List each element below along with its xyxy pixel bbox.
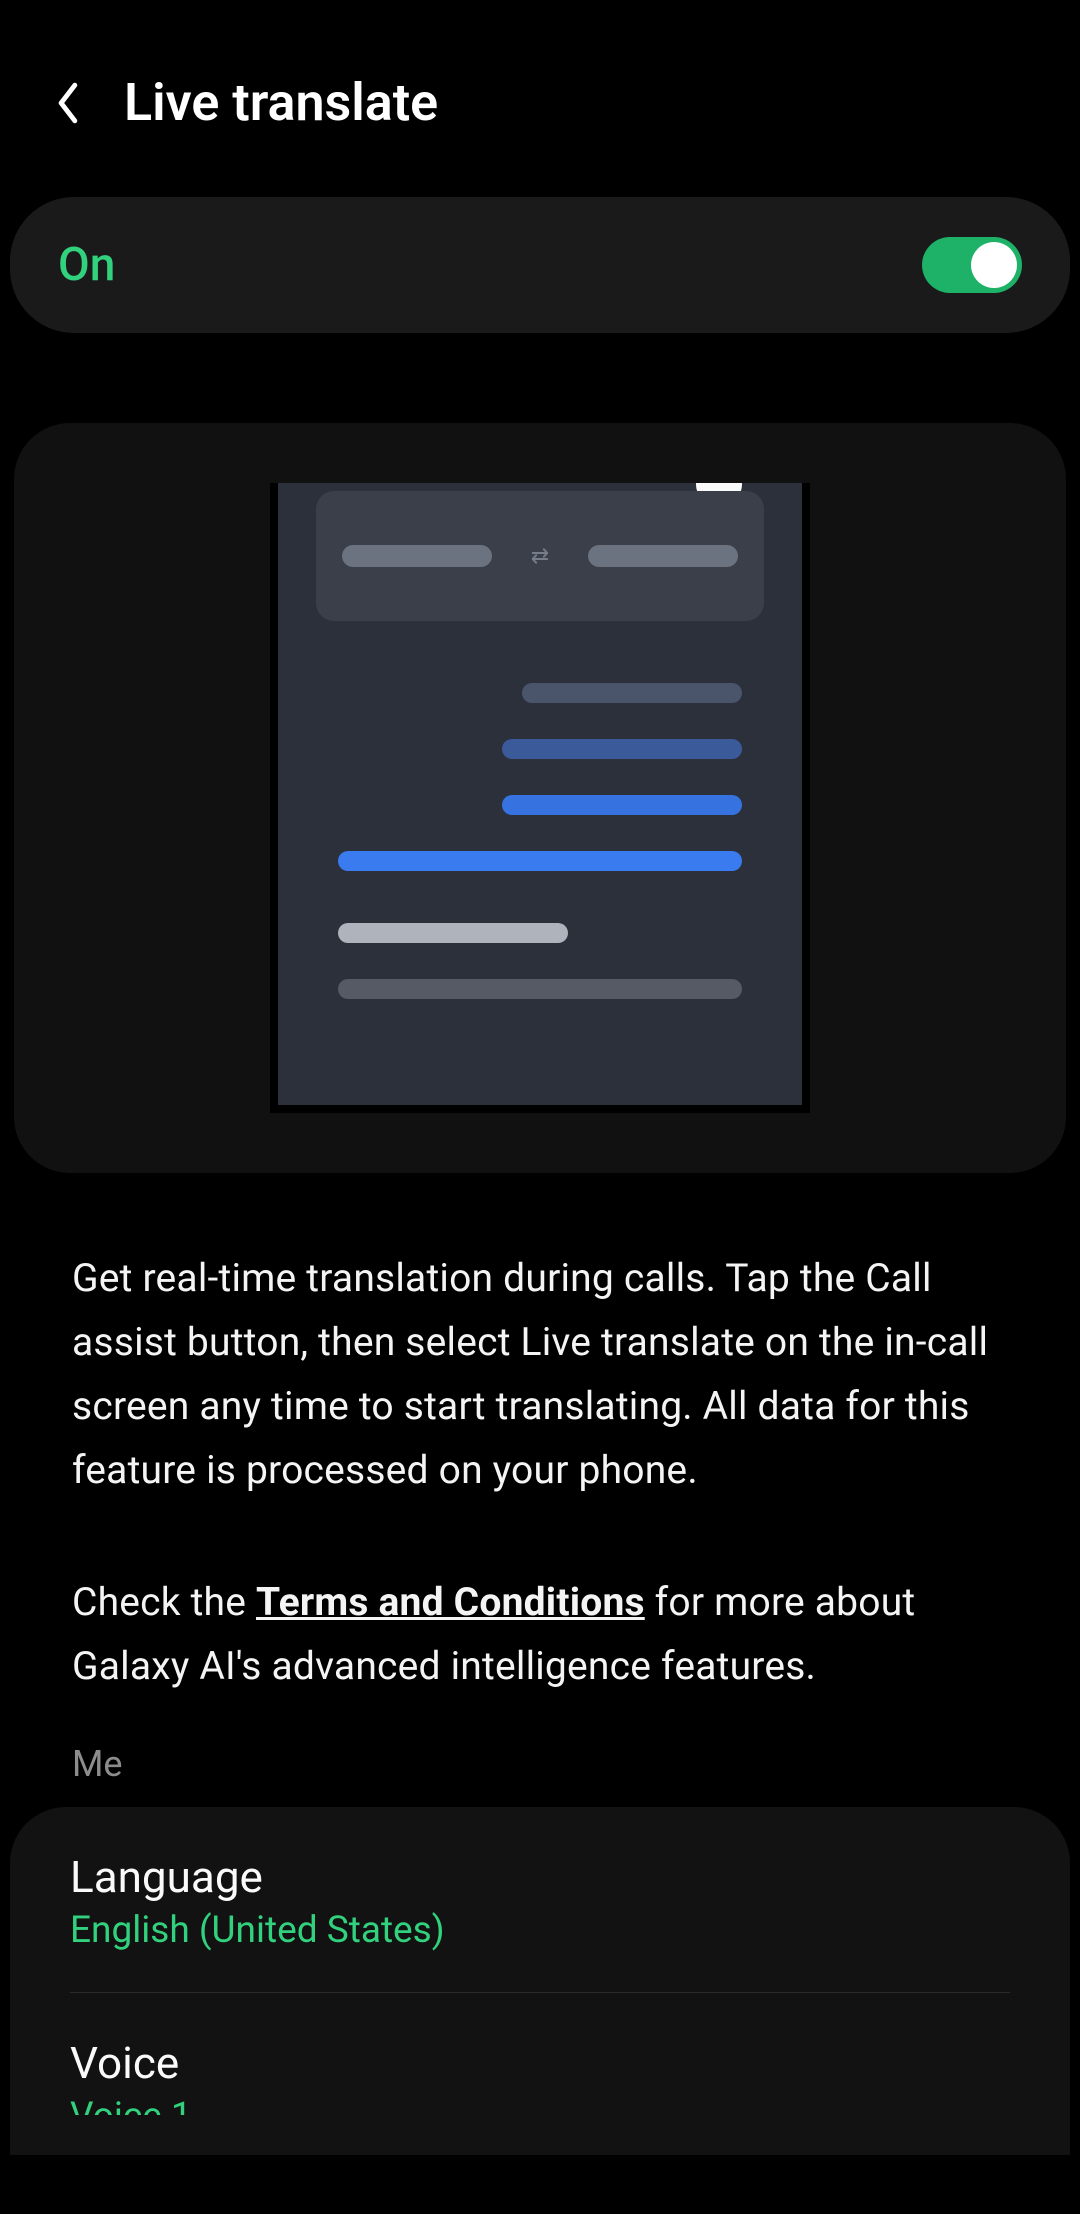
- setting-row-voice[interactable]: Voice Voice 1: [70, 1993, 1010, 2155]
- setting-row-language[interactable]: Language English (United States): [70, 1807, 1010, 1993]
- toggle-state-label: On: [58, 238, 115, 292]
- swap-icon: ⇄: [528, 544, 552, 568]
- setting-value-voice: Voice 1: [70, 2095, 1010, 2115]
- setting-title-voice: Voice: [70, 2037, 1010, 2089]
- page-title: Live translate: [124, 72, 438, 133]
- description-block: Get real-time translation during calls. …: [72, 1247, 1008, 1699]
- toggle-thumb: [971, 242, 1017, 288]
- back-icon[interactable]: [50, 85, 86, 121]
- section-header-me: Me: [72, 1743, 1008, 1785]
- header: Live translate: [0, 0, 1080, 177]
- preview-card: ⇄: [14, 423, 1066, 1173]
- preview-illustration: ⇄: [270, 483, 810, 1113]
- desc-text-before: Check the: [72, 1579, 256, 1625]
- setting-value-language: English (United States): [70, 1909, 1010, 1952]
- toggle-switch[interactable]: [922, 237, 1022, 293]
- setting-title-language: Language: [70, 1851, 1010, 1903]
- description-paragraph-1: Get real-time translation during calls. …: [72, 1247, 1008, 1503]
- terms-and-conditions-link[interactable]: Terms and Conditions: [256, 1579, 645, 1625]
- settings-card-me: Language English (United States) Voice V…: [10, 1807, 1070, 2155]
- description-paragraph-2: Check the Terms and Conditions for more …: [72, 1571, 1008, 1699]
- master-toggle-card[interactable]: On: [10, 197, 1070, 333]
